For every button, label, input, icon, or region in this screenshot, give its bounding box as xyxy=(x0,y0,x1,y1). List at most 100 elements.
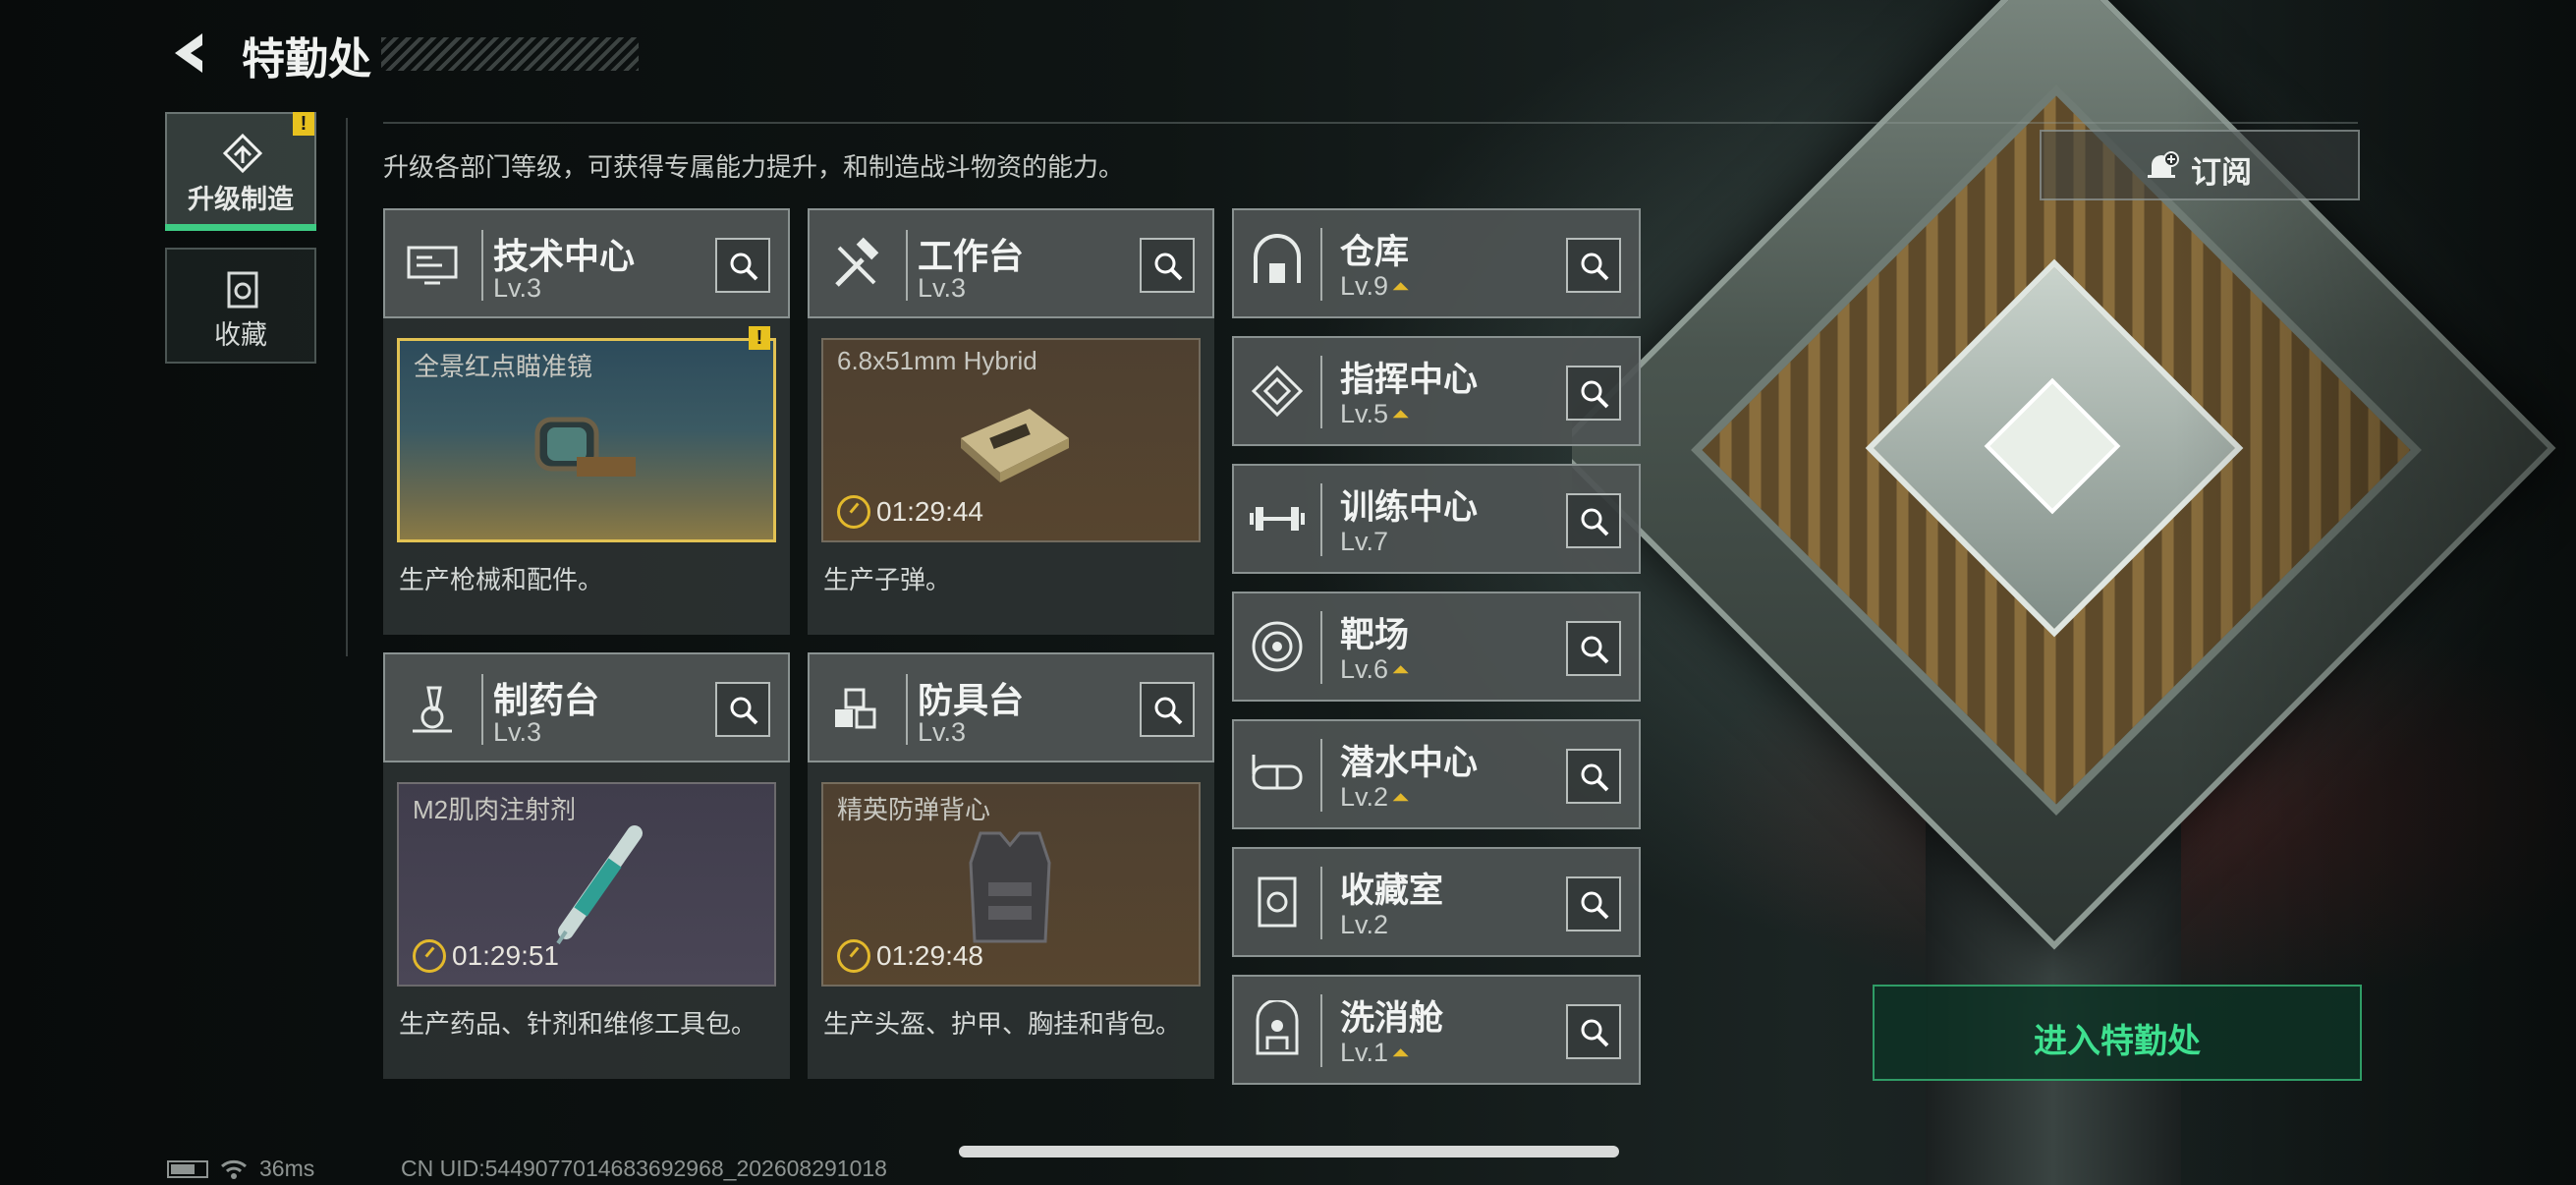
station-level: Lv.3 xyxy=(918,273,967,303)
station-level: Lv.3 xyxy=(918,717,967,747)
search-icon xyxy=(1581,1019,1609,1047)
product-preview[interactable]: 6.8x51mm Hybrid 01:29:44 xyxy=(821,338,1201,542)
search-button[interactable] xyxy=(1566,621,1621,676)
active-tab-indicator xyxy=(165,224,316,231)
station-description: 生产药品、针剂和维修工具包。 xyxy=(399,1009,757,1039)
station-name: 工作台 xyxy=(918,236,1025,276)
page-title: 特勤处 xyxy=(242,35,371,84)
injector-image xyxy=(556,825,643,945)
command-center-icon xyxy=(1251,365,1304,418)
facility-name: 训练中心 xyxy=(1340,488,1479,527)
product-name: M2肌肉注射剂 xyxy=(413,795,577,824)
search-button[interactable] xyxy=(1140,682,1195,737)
red-dot-sight-image xyxy=(534,417,636,477)
facility-level: Lv.2 ⏶ xyxy=(1340,782,1410,812)
back-arrow-icon[interactable] xyxy=(167,29,210,77)
decontamination-icon xyxy=(1256,1000,1299,1055)
upgrade-available-icon: ⏶ xyxy=(1392,656,1410,682)
subscribe-button[interactable]: 订阅 xyxy=(2040,130,2360,200)
search-button[interactable] xyxy=(1566,749,1621,804)
ammo-box-image xyxy=(961,409,1069,482)
wifi-icon xyxy=(221,1159,247,1179)
collection-room-icon xyxy=(1258,876,1297,928)
station-card-tech-center[interactable]: 技术中心 Lv.3 全景红点瞄准镜 ! 生产枪械和配件。 xyxy=(383,208,790,635)
production-timer: 01:29:51 xyxy=(413,939,559,973)
search-icon xyxy=(1581,508,1609,536)
facility-diving-center[interactable]: 潜水中心 Lv.2 ⏶ xyxy=(1232,719,1641,829)
armor-vest-image xyxy=(969,831,1051,943)
facility-name: 仓库 xyxy=(1340,233,1410,271)
search-icon xyxy=(1581,253,1609,281)
home-indicator[interactable] xyxy=(959,1146,1619,1157)
facility-collection-room[interactable]: 收藏室 Lv.2 xyxy=(1232,847,1641,957)
enter-label: 进入特勤处 xyxy=(2034,1023,2201,1060)
facility-level: Lv.2 xyxy=(1340,910,1389,939)
search-icon xyxy=(730,697,758,725)
product-preview[interactable]: M2肌肉注射剂 01:29:51 xyxy=(397,782,776,987)
alert-badge: ! xyxy=(749,326,770,350)
status-bar: 36ms xyxy=(167,1156,314,1182)
search-button[interactable] xyxy=(1140,238,1195,293)
station-level: Lv.3 xyxy=(493,273,542,303)
facility-warehouse[interactable]: 仓库 Lv.9 ⏶ xyxy=(1232,208,1641,318)
search-icon xyxy=(1581,763,1609,792)
subscribe-label: 订阅 xyxy=(2191,155,2252,190)
facility-training-center[interactable]: 训练中心 Lv.7 xyxy=(1232,464,1641,574)
station-description: 生产子弹。 xyxy=(823,565,952,594)
station-description: 生产头盔、护甲、胸挂和背包。 xyxy=(823,1009,1182,1039)
tab-collection[interactable]: 收藏 xyxy=(165,248,316,364)
production-timer: 01:29:48 xyxy=(837,939,983,973)
upgrade-available-icon: ⏶ xyxy=(1392,1040,1410,1065)
tech-center-icon xyxy=(407,246,458,285)
search-icon xyxy=(1154,253,1183,281)
search-icon xyxy=(1154,697,1183,725)
facility-name: 指挥中心 xyxy=(1340,361,1479,399)
dumbbell-icon xyxy=(1250,507,1305,531)
facility-level: Lv.6 ⏶ xyxy=(1340,654,1410,684)
search-icon xyxy=(1581,380,1609,409)
facility-name: 洗消舱 xyxy=(1340,999,1444,1038)
station-card-workbench[interactable]: 工作台 Lv.3 6.8x51mm Hybrid 01:29:44 生产子弹。 xyxy=(808,208,1214,635)
facility-shooting-range[interactable]: 靶场 Lv.6 ⏶ xyxy=(1232,592,1641,702)
search-button[interactable] xyxy=(1566,876,1621,931)
search-button[interactable] xyxy=(715,682,770,737)
battery-icon xyxy=(167,1159,208,1178)
bell-plus-icon xyxy=(2148,151,2179,178)
station-card-armor-bench[interactable]: 防具台 Lv.3 精英防弹背心 01:29:48 生产头盔、护甲、胸挂和背包。 xyxy=(808,652,1214,1079)
upgrade-icon xyxy=(222,133,263,174)
warehouse-icon xyxy=(1254,234,1301,283)
ping-value: 36ms xyxy=(259,1156,315,1181)
search-icon xyxy=(1581,891,1609,920)
search-button[interactable] xyxy=(715,238,770,293)
facility-name: 收藏室 xyxy=(1340,872,1444,910)
tab-label: 收藏 xyxy=(214,320,267,350)
search-button[interactable] xyxy=(1566,238,1621,293)
station-level: Lv.3 xyxy=(493,717,542,747)
production-timer: 01:29:44 xyxy=(837,495,983,529)
search-button[interactable] xyxy=(1566,1004,1621,1059)
station-card-pharmacy[interactable]: 制药台 Lv.3 M2肌肉注射剂 01:29:51 生产药品、针剂和维修工具包。 xyxy=(383,652,790,1079)
search-icon xyxy=(1581,636,1609,664)
product-preview[interactable]: 精英防弹背心 01:29:48 xyxy=(821,782,1201,987)
facility-level: Lv.7 xyxy=(1340,527,1389,556)
enter-special-ops-button[interactable]: 进入特勤处 xyxy=(1873,985,2362,1081)
search-button[interactable] xyxy=(1566,493,1621,548)
page-subtitle: 升级各部门等级，可获得专属能力提升，和制造战斗物资的能力。 xyxy=(383,152,1125,182)
wrench-timer-icon xyxy=(837,939,870,973)
station-description: 生产枪械和配件。 xyxy=(399,565,604,594)
facility-decontamination-chamber[interactable]: 洗消舱 Lv.1 ⏶ xyxy=(1232,975,1641,1085)
upgrade-available-icon: ⏶ xyxy=(1392,273,1410,299)
product-preview[interactable]: 全景红点瞄准镜 xyxy=(397,338,776,542)
title-decoration xyxy=(381,37,639,71)
target-icon xyxy=(1252,621,1303,672)
divider xyxy=(383,122,2358,124)
wrench-timer-icon xyxy=(413,939,446,973)
facility-command-center[interactable]: 指挥中心 Lv.5 ⏶ xyxy=(1232,336,1641,446)
search-button[interactable] xyxy=(1566,366,1621,421)
divider xyxy=(346,118,348,656)
upgrade-available-icon: ⏶ xyxy=(1392,784,1410,810)
station-name: 防具台 xyxy=(918,680,1025,720)
facility-level: Lv.1 ⏶ xyxy=(1340,1038,1410,1067)
tab-label: 升级制造 xyxy=(188,185,294,214)
hammer-wrench-icon xyxy=(835,237,879,287)
